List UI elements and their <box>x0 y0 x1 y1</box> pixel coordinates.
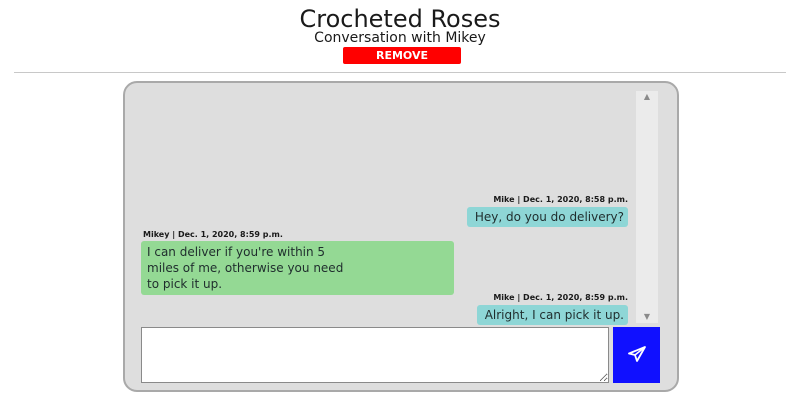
send-button[interactable] <box>613 327 660 383</box>
message-meta: Mike | Dec. 1, 2020, 8:58 p.m. <box>493 195 628 204</box>
message-bubble-received: I can deliver if you're within 5 miles o… <box>141 241 454 295</box>
message-meta: Mike | Dec. 1, 2020, 8:59 p.m. <box>493 293 628 302</box>
paper-plane-icon <box>627 345 646 365</box>
messages-scrollbar[interactable]: ▲ ▼ <box>636 91 658 323</box>
remove-button[interactable]: REMOVE <box>343 47 461 64</box>
scroll-down-icon[interactable]: ▼ <box>636 311 658 323</box>
message-meta: Mikey | Dec. 1, 2020, 8:59 p.m. <box>143 230 283 239</box>
message-input[interactable] <box>141 327 609 383</box>
header-divider <box>14 72 786 73</box>
message-bubble-sent: Hey, do you do delivery? <box>466 207 628 227</box>
conversation-subtitle: Conversation with Mikey <box>314 30 486 46</box>
message-bubble-sent: Alright, I can pick it up. <box>476 305 628 325</box>
scroll-up-icon[interactable]: ▲ <box>636 91 658 103</box>
